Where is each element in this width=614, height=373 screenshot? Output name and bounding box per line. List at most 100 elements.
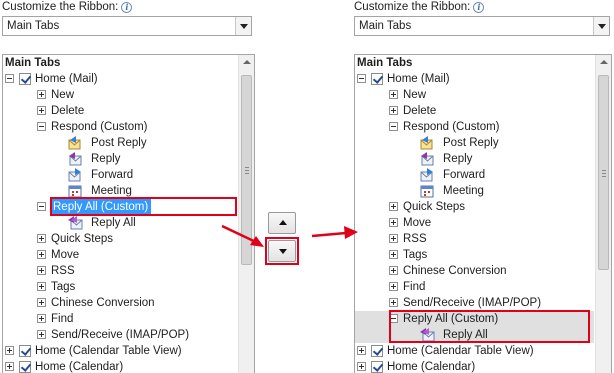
tree-row[interactable]: Home (Calendar) [355, 359, 594, 373]
expand-icon[interactable] [37, 266, 46, 275]
tab-checkbox[interactable] [371, 361, 383, 373]
tree-row-label: Home (Calendar) [387, 361, 476, 373]
moved-group-annotation-box [389, 310, 590, 343]
tab-checkbox[interactable] [371, 345, 383, 357]
expand-icon[interactable] [37, 298, 46, 307]
tree-row[interactable]: New [3, 87, 237, 103]
expand-icon[interactable] [389, 90, 398, 99]
move-up-button[interactable] [268, 212, 296, 234]
dropdown-value: Main Tabs [7, 20, 60, 32]
tree-row[interactable]: Home (Mail) [355, 71, 594, 87]
expand-icon[interactable] [389, 106, 398, 115]
expand-icon[interactable] [389, 202, 398, 211]
tree-row-label: Find [403, 281, 426, 293]
tree-row[interactable]: Delete [355, 103, 594, 119]
vertical-scrollbar[interactable] [595, 55, 611, 373]
expand-icon[interactable] [389, 250, 398, 259]
tree-row[interactable]: Respond (Custom) [355, 119, 594, 135]
tree-row[interactable]: Delete [3, 103, 237, 119]
expand-icon[interactable] [37, 106, 46, 115]
tree-row[interactable]: Meeting [355, 183, 594, 199]
tree-row-label: RSS [403, 233, 427, 245]
tree-row[interactable]: Chinese Conversion [355, 263, 594, 279]
vertical-scrollbar[interactable] [238, 55, 254, 373]
tree-row[interactable]: Send/Receive (IMAP/POP) [355, 295, 594, 311]
expand-icon[interactable] [5, 362, 14, 371]
collapse-icon[interactable] [357, 74, 366, 83]
tree-row[interactable]: RSS [3, 263, 237, 279]
tree-row[interactable]: Post Reply [3, 135, 237, 151]
tree-row-label: Find [51, 313, 74, 325]
tree-row-label: Chinese Conversion [403, 265, 507, 277]
customize-ribbon-caption: Customize the Ribbon: i [2, 1, 133, 13]
expand-icon[interactable] [37, 282, 46, 291]
meeting-icon [419, 183, 435, 199]
tab-checkbox[interactable] [19, 73, 31, 85]
scroll-up-icon[interactable] [600, 60, 608, 64]
expand-icon[interactable] [5, 346, 14, 355]
tree-row[interactable]: Home (Mail) [3, 71, 237, 87]
tree-row[interactable]: Find [3, 311, 237, 327]
ribbon-tabs-dropdown[interactable]: Main Tabs [2, 16, 252, 36]
expand-icon[interactable] [389, 266, 398, 275]
tree-row-label: Forward [91, 169, 134, 181]
tree-row[interactable]: Move [355, 215, 594, 231]
collapse-icon[interactable] [5, 74, 14, 83]
collapse-icon[interactable] [389, 122, 398, 131]
collapse-icon[interactable] [37, 122, 46, 131]
tree-row[interactable]: Quick Steps [3, 231, 237, 247]
tree-row-label: Reply [91, 153, 121, 165]
tree-row[interactable]: Home (Calendar) [3, 359, 237, 373]
tree-row[interactable]: Post Reply [355, 135, 594, 151]
tab-checkbox[interactable] [19, 345, 31, 357]
tree-row[interactable]: Forward [355, 167, 594, 183]
tree-row[interactable]: Chinese Conversion [3, 295, 237, 311]
info-icon[interactable]: i [473, 2, 485, 13]
expand-icon[interactable] [37, 314, 46, 323]
tree-row[interactable]: Tags [355, 247, 594, 263]
tree-row[interactable]: RSS [355, 231, 594, 247]
expand-icon[interactable] [37, 234, 46, 243]
scroll-up-icon[interactable] [243, 60, 251, 64]
tree-row[interactable]: Home (Calendar Table View) [3, 343, 237, 359]
reply-all-icon [67, 215, 83, 231]
tree-row[interactable]: Quick Steps [355, 199, 594, 215]
expand-icon[interactable] [357, 362, 366, 371]
caption-text: Customize the Ribbon: [354, 1, 471, 13]
caption-text: Customize the Ribbon: [2, 1, 119, 13]
chevron-down-icon[interactable] [235, 17, 251, 35]
tree-row[interactable]: Reply [3, 151, 237, 167]
expand-icon[interactable] [389, 282, 398, 291]
tree-row-label: Send/Receive (IMAP/POP) [51, 329, 190, 341]
tree-row-label: Forward [443, 169, 486, 181]
tree-row-label: Post Reply [443, 137, 499, 149]
expand-icon[interactable] [37, 90, 46, 99]
tree-row[interactable]: Send/Receive (IMAP/POP) [3, 327, 237, 343]
tree-row[interactable]: Reply All [3, 215, 237, 231]
expand-icon[interactable] [357, 346, 366, 355]
tree-row[interactable]: Find [355, 279, 594, 295]
tree-row[interactable]: Tags [3, 279, 237, 295]
expand-icon[interactable] [389, 234, 398, 243]
scrollbar-thumb[interactable] [598, 75, 609, 270]
ribbon-tabs-dropdown[interactable]: Main Tabs [354, 16, 610, 36]
info-icon[interactable]: i [121, 2, 133, 13]
expand-icon[interactable] [389, 218, 398, 227]
expand-icon[interactable] [37, 330, 46, 339]
tab-checkbox[interactable] [19, 361, 31, 373]
scrollbar-thumb[interactable] [241, 75, 252, 265]
expand-icon[interactable] [389, 298, 398, 307]
tree-row[interactable]: Home (Calendar Table View) [355, 343, 594, 359]
tree-row[interactable]: Move [3, 247, 237, 263]
tree-row[interactable]: New [355, 87, 594, 103]
tree-row[interactable]: Forward [3, 167, 237, 183]
expand-icon[interactable] [37, 250, 46, 259]
tree-row[interactable]: Respond (Custom) [3, 119, 237, 135]
arrow-to-right-panel [311, 231, 347, 238]
tree-row-label: Chinese Conversion [51, 297, 155, 309]
tree-row[interactable]: Reply [355, 151, 594, 167]
collapse-icon[interactable] [37, 202, 46, 211]
post-reply-icon [67, 135, 83, 151]
chevron-down-icon[interactable] [593, 17, 609, 35]
tab-checkbox[interactable] [371, 73, 383, 85]
